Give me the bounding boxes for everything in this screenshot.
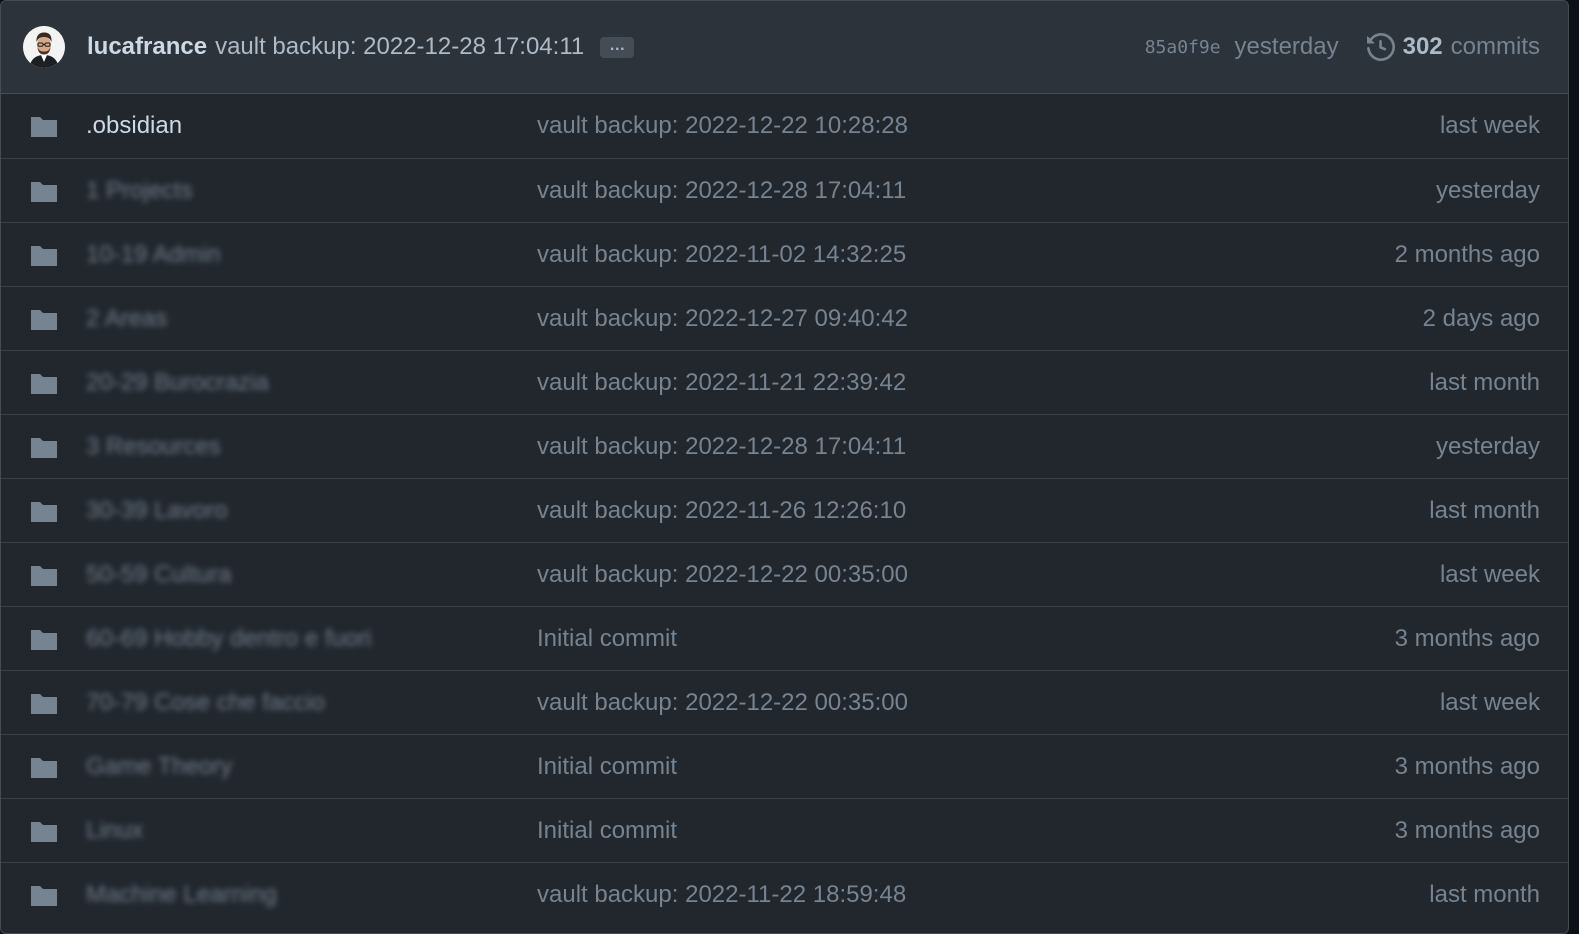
commit-author-link[interactable]: lucafrance	[87, 33, 207, 61]
commits-label: commits	[1450, 33, 1540, 60]
last-commit-age: 2 months ago	[1394, 240, 1540, 268]
last-commit-message-link[interactable]: vault backup: 2022-11-22 18:59:48	[537, 881, 906, 909]
file-name-link[interactable]: 50-59 Cultura	[86, 561, 231, 589]
expand-commit-message-button[interactable]: …	[600, 36, 635, 58]
file-row[interactable]: 50-59 Cultura vault backup: 2022-12-22 00…	[1, 542, 1568, 606]
file-name-link[interactable]: 70-79 Cose che faccio	[86, 689, 325, 717]
file-name-link[interactable]: 1 Projects	[86, 177, 193, 205]
folder-icon	[29, 756, 59, 780]
last-commit-message-link[interactable]: Initial commit	[537, 625, 677, 653]
commit-time: yesterday	[1234, 33, 1339, 60]
file-list: .obsidian vault backup: 2022-12-22 10:28:…	[1, 94, 1568, 926]
last-commit-message-link[interactable]: vault backup: 2022-12-27 09:40:42	[537, 305, 908, 333]
file-row[interactable]: 10-19 Admin vault backup: 2022-11-02 14:3…	[1, 222, 1568, 286]
last-commit-message-link[interactable]: vault backup: 2022-12-28 17:04:11	[537, 433, 906, 461]
last-commit-age: last week	[1439, 112, 1540, 139]
author-avatar[interactable]	[23, 26, 65, 68]
commit-history-link[interactable]: 302 commits	[1366, 32, 1540, 62]
last-commit-message-link[interactable]: vault backup: 2022-12-22 10:28:28	[537, 112, 908, 140]
folder-icon	[29, 564, 59, 588]
folder-icon	[29, 244, 59, 268]
folder-icon	[29, 372, 59, 396]
last-commit-message-link[interactable]: vault backup: 2022-12-28 17:04:11	[537, 177, 906, 205]
file-row[interactable]: 60-69 Hobby dentro e fuori Initial commit…	[1, 606, 1568, 670]
last-commit-age: last month	[1429, 368, 1540, 396]
commit-sha-link[interactable]: 85a0f9e	[1145, 37, 1221, 58]
last-commit-message-link[interactable]: vault backup: 2022-11-02 14:32:25	[537, 241, 906, 269]
file-name-link[interactable]: 20-29 Burocrazia	[86, 369, 269, 397]
last-commit-age: yesterday	[1435, 176, 1540, 204]
last-commit-age: 3 months ago	[1394, 624, 1540, 652]
folder-icon	[29, 115, 59, 139]
file-row[interactable]: .obsidian vault backup: 2022-12-22 10:28:…	[1, 94, 1568, 158]
commit-message-link[interactable]: vault backup: 2022-12-28 17:04:11	[215, 33, 584, 61]
last-commit-age: last month	[1429, 496, 1540, 524]
file-row[interactable]: Game Theory Initial commit 3 months ago	[1, 734, 1568, 798]
file-name-link[interactable]: Machine Learning	[86, 881, 277, 909]
last-commit-age: 2 days ago	[1422, 304, 1540, 332]
folder-icon	[29, 436, 59, 460]
file-row[interactable]: Machine Learning vault backup: 2022-11-22…	[1, 862, 1568, 926]
file-row[interactable]: 2 Areas vault backup: 2022-12-27 09:40:42…	[1, 286, 1568, 350]
file-name-link[interactable]: 10-19 Admin	[86, 241, 221, 269]
folder-icon	[29, 884, 59, 908]
file-row[interactable]: 20-29 Burocrazia vault backup: 2022-11-21…	[1, 350, 1568, 414]
file-name-link[interactable]: 60-69 Hobby dentro e fuori	[86, 625, 372, 653]
folder-icon	[29, 500, 59, 524]
folder-icon	[29, 180, 59, 204]
last-commit-message-link[interactable]: Initial commit	[537, 817, 677, 845]
folder-icon	[29, 628, 59, 652]
file-row[interactable]: 1 Projects vault backup: 2022-12-28 17:04…	[1, 158, 1568, 222]
history-icon	[1366, 32, 1395, 62]
file-name-link[interactable]: 30-39 Lavoro	[86, 497, 227, 525]
file-name-link[interactable]: 3 Resources	[86, 433, 221, 461]
file-name-link[interactable]: 2 Areas	[86, 305, 167, 333]
last-commit-message-link[interactable]: vault backup: 2022-12-22 00:35:00	[537, 561, 908, 589]
file-name-link[interactable]: .obsidian	[86, 112, 182, 140]
last-commit-age: last week	[1439, 560, 1540, 588]
last-commit-message-link[interactable]: vault backup: 2022-11-21 22:39:42	[537, 369, 906, 397]
commit-count: 302	[1402, 33, 1443, 60]
last-commit-age: yesterday	[1435, 432, 1540, 460]
last-commit-message-link[interactable]: vault backup: 2022-11-26 12:26:10	[537, 497, 906, 525]
folder-icon	[29, 692, 59, 716]
folder-icon	[29, 820, 59, 844]
last-commit-age: last week	[1439, 688, 1540, 716]
latest-commit-header: lucafrance vault backup: 2022-12-28 17:0…	[1, 1, 1568, 94]
last-commit-message-link[interactable]: Initial commit	[537, 753, 677, 781]
file-row[interactable]: 30-39 Lavoro vault backup: 2022-11-26 12:…	[1, 478, 1568, 542]
folder-icon	[29, 308, 59, 332]
file-row[interactable]: 70-79 Cose che faccio vault backup: 2022-…	[1, 670, 1568, 734]
last-commit-message-link[interactable]: vault backup: 2022-12-22 00:35:00	[537, 689, 908, 717]
file-name-link[interactable]: Game Theory	[86, 753, 232, 781]
file-row[interactable]: 3 Resources vault backup: 2022-12-28 17:0…	[1, 414, 1568, 478]
file-name-link[interactable]: Linux	[86, 817, 143, 845]
file-browser: lucafrance vault backup: 2022-12-28 17:0…	[0, 0, 1569, 934]
last-commit-age: 3 months ago	[1394, 752, 1540, 780]
file-row[interactable]: Linux Initial commit 3 months ago	[1, 798, 1568, 862]
last-commit-age: 3 months ago	[1394, 816, 1540, 844]
last-commit-age: last month	[1429, 880, 1540, 908]
